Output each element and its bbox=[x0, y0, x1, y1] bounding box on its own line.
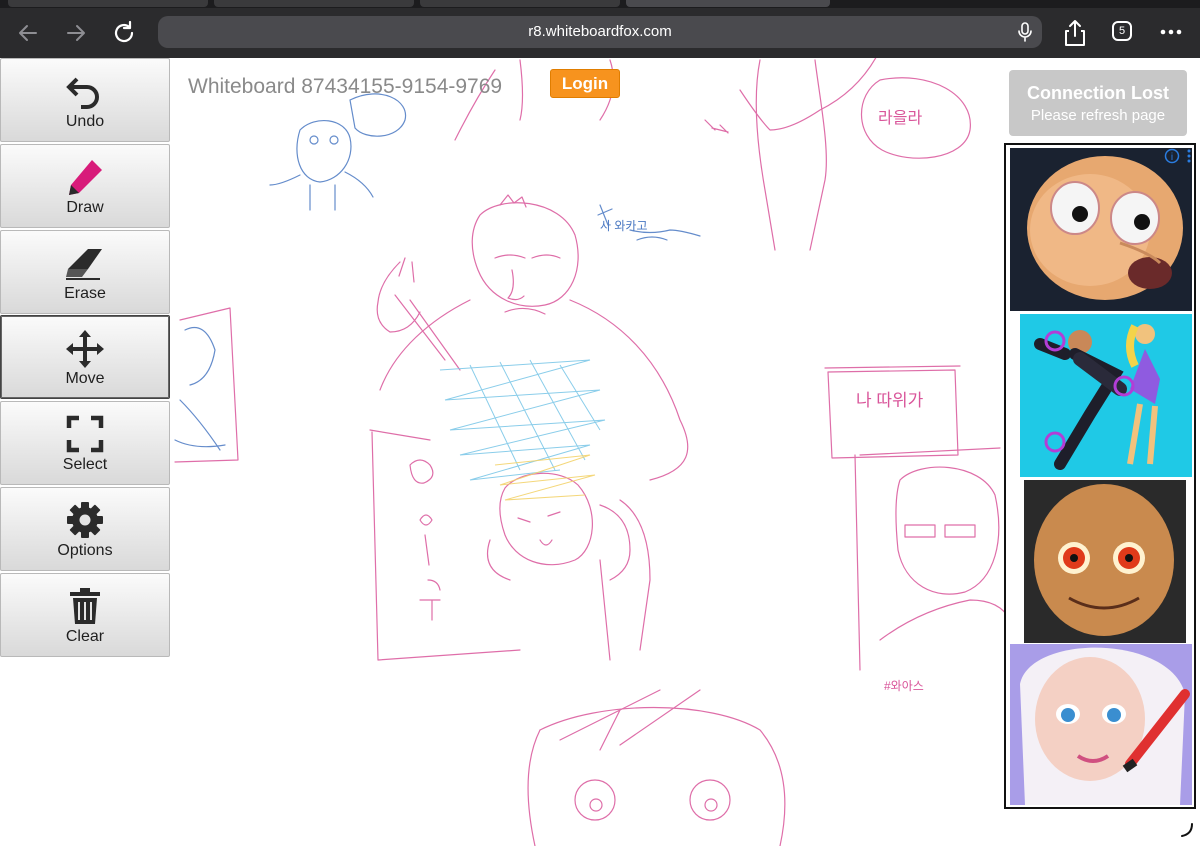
svg-text:i: i bbox=[1171, 152, 1173, 163]
url-text: r8.whiteboardfox.com bbox=[528, 23, 672, 40]
ad-art bbox=[1027, 156, 1183, 300]
select-button[interactable]: Select bbox=[0, 401, 170, 485]
clear-label: Clear bbox=[65, 628, 105, 645]
move-button[interactable]: Move bbox=[0, 315, 170, 399]
ad-image-cartoon-head[interactable] bbox=[1010, 148, 1192, 311]
tabs-icon[interactable]: 5 bbox=[1112, 21, 1132, 41]
sketch-hashtag-text: #와아스 bbox=[884, 679, 924, 693]
ad-art bbox=[1034, 484, 1174, 636]
ad-art bbox=[1010, 644, 1192, 805]
ad-art bbox=[1034, 324, 1160, 470]
eraser-icon bbox=[66, 249, 102, 280]
reload-icon bbox=[114, 20, 134, 43]
back-icon bbox=[19, 25, 37, 41]
draw-label: Draw bbox=[66, 199, 104, 216]
sketch-note-text: 사 와카고 bbox=[600, 219, 648, 233]
ad-image-baby[interactable] bbox=[1024, 480, 1186, 643]
gear-icon bbox=[67, 502, 103, 538]
select-icon bbox=[66, 415, 104, 453]
undo-button[interactable]: Undo bbox=[0, 58, 170, 142]
ad-image-dancers[interactable] bbox=[1020, 314, 1192, 477]
erase-button[interactable]: Erase bbox=[0, 230, 170, 314]
browser-tab[interactable] bbox=[420, 0, 620, 7]
options-button[interactable]: Options bbox=[0, 487, 170, 571]
resize-handle-icon[interactable] bbox=[1180, 822, 1196, 838]
forward-icon bbox=[67, 25, 85, 41]
connection-status-button[interactable]: Connection Lost Please refresh page bbox=[1009, 70, 1187, 136]
ad-info-icon[interactable]: i bbox=[1164, 148, 1194, 164]
back-button[interactable] bbox=[13, 18, 43, 48]
trash-icon bbox=[70, 588, 100, 624]
clear-button[interactable]: Clear bbox=[0, 573, 170, 657]
move-icon bbox=[66, 330, 104, 368]
ad-panel[interactable] bbox=[1004, 143, 1196, 809]
browser-toolbar: r8.whiteboardfox.com 5 bbox=[0, 0, 1200, 58]
login-button[interactable]: Login bbox=[550, 69, 620, 98]
draw-button[interactable]: Draw bbox=[0, 144, 170, 228]
undo-label: Undo bbox=[65, 113, 105, 130]
undo-icon bbox=[66, 77, 99, 109]
tab-strip bbox=[0, 0, 1200, 8]
address-bar[interactable]: r8.whiteboardfox.com bbox=[158, 16, 1042, 48]
options-label: Options bbox=[57, 542, 113, 559]
more-icon[interactable] bbox=[1160, 29, 1182, 35]
browser-tab-active[interactable] bbox=[626, 0, 830, 7]
sketch-bubble-text: 라을라 bbox=[878, 109, 922, 127]
mic-icon[interactable] bbox=[1016, 22, 1034, 42]
forward-button[interactable] bbox=[61, 18, 91, 48]
move-label: Move bbox=[65, 370, 105, 387]
tool-sidebar: Undo Draw Erase Move Select Options Clea… bbox=[0, 58, 171, 846]
browser-tab[interactable] bbox=[214, 0, 414, 7]
ad-image-princess[interactable] bbox=[1010, 644, 1192, 805]
reload-button[interactable] bbox=[109, 18, 139, 48]
pencil-icon bbox=[69, 160, 102, 195]
connection-subtitle: Please refresh page bbox=[1030, 107, 1166, 124]
connection-title: Connection Lost bbox=[1027, 83, 1169, 103]
sketch-sign-text: 나 따위가 bbox=[856, 391, 924, 410]
share-icon[interactable] bbox=[1063, 19, 1087, 47]
whiteboard-title: Whiteboard 87434155-9154-9769 bbox=[188, 75, 503, 98]
browser-tab[interactable] bbox=[8, 0, 208, 7]
select-label: Select bbox=[62, 456, 108, 473]
erase-label: Erase bbox=[64, 285, 106, 302]
